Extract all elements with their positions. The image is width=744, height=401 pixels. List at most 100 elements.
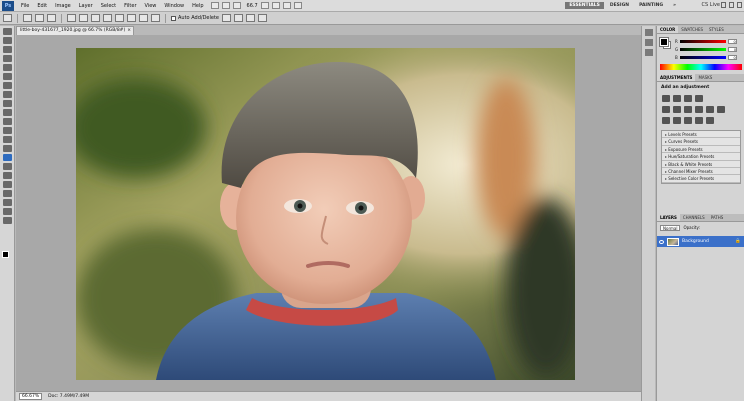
status-doc-size[interactable]: Doc: 7.49M/7.49M: [48, 394, 89, 399]
brush-tool-icon[interactable]: [3, 91, 12, 98]
curves-icon[interactable]: [684, 95, 692, 102]
exposure-icon[interactable]: [695, 95, 703, 102]
launch-bridge-icon[interactable]: [210, 2, 219, 9]
tab-swatches[interactable]: SWATCHES: [678, 26, 706, 33]
freeform-pen-icon[interactable]: [79, 14, 88, 22]
tab-paths[interactable]: PATHS: [708, 214, 727, 221]
color-balance-icon[interactable]: [684, 106, 692, 113]
red-value-field[interactable]: 0: [727, 38, 737, 44]
lasso-tool-icon[interactable]: [3, 46, 12, 53]
workspace-essentials[interactable]: ESSENTIALS: [565, 2, 604, 9]
history-panel-icon[interactable]: [645, 29, 653, 36]
blue-value-field[interactable]: 0: [727, 54, 737, 60]
preset-channel-mixer[interactable]: Channel Mixer Presets: [662, 168, 740, 176]
tab-channels[interactable]: CHANNELS: [680, 214, 708, 221]
character-panel-icon[interactable]: [645, 39, 653, 46]
tab-styles[interactable]: STYLES: [706, 26, 727, 33]
blend-mode-dropdown[interactable]: Normal: [660, 225, 681, 231]
rectangle-icon[interactable]: [91, 14, 100, 22]
preset-curves[interactable]: Curves Presets: [662, 138, 740, 146]
tab-adjustments[interactable]: ADJUSTMENTS: [657, 74, 696, 81]
red-slider[interactable]: [679, 39, 726, 43]
line-icon[interactable]: [139, 14, 148, 22]
threshold-icon[interactable]: [684, 117, 692, 124]
quick-selection-tool-icon[interactable]: [3, 55, 12, 62]
zoom-level-dropdown[interactable]: 66.7: [247, 3, 258, 9]
healing-brush-tool-icon[interactable]: [3, 82, 12, 89]
green-value-field[interactable]: 0: [728, 46, 738, 52]
dodge-tool-icon[interactable]: [3, 145, 12, 152]
foreground-color-swatch[interactable]: [2, 251, 9, 258]
menu-help[interactable]: Help: [188, 3, 207, 9]
paragraph-panel-icon[interactable]: [645, 49, 653, 56]
type-tool-icon[interactable]: [3, 163, 12, 170]
auto-add-delete-checkbox[interactable]: [171, 15, 176, 21]
posterize-icon[interactable]: [673, 117, 681, 124]
blue-slider[interactable]: [679, 55, 726, 59]
custom-shape-icon[interactable]: [151, 14, 160, 22]
color-foreground-swatch[interactable]: [659, 37, 669, 47]
invert-icon[interactable]: [662, 117, 670, 124]
vibrance-icon[interactable]: [662, 106, 670, 113]
preset-levels[interactable]: Levels Presets: [662, 131, 740, 139]
close-document-icon[interactable]: ×: [127, 27, 131, 35]
menu-layer[interactable]: Layer: [75, 3, 97, 9]
document-tab[interactable]: little-boy-431677_1920.jpg @ 66.7% (RGB/…: [16, 26, 134, 35]
paths-icon[interactable]: [35, 14, 44, 22]
arrange-documents-icon[interactable]: [282, 2, 291, 9]
shape-tool-icon[interactable]: [3, 181, 12, 188]
visibility-eye-icon[interactable]: [659, 239, 664, 244]
move-tool-icon[interactable]: [3, 28, 12, 35]
menu-edit[interactable]: Edit: [33, 3, 51, 9]
polygon-icon[interactable]: [127, 14, 136, 22]
brightness-contrast-icon[interactable]: [662, 95, 670, 102]
shape-layers-icon[interactable]: [23, 14, 32, 22]
minimize-icon[interactable]: [721, 2, 726, 8]
preset-exposure[interactable]: Exposure Presets: [662, 146, 740, 154]
levels-icon[interactable]: [673, 95, 681, 102]
selective-color-icon[interactable]: [706, 117, 714, 124]
eyedropper-tool-icon[interactable]: [3, 73, 12, 80]
menu-view[interactable]: View: [141, 3, 161, 9]
tab-color[interactable]: COLOR: [657, 26, 679, 33]
zoom-tool-icon[interactable]: [3, 217, 12, 224]
gradient-tool-icon[interactable]: [3, 127, 12, 134]
menu-filter[interactable]: Filter: [120, 3, 140, 9]
layer-row-background[interactable]: Background 🔒: [657, 236, 744, 247]
workspace-more[interactable]: »: [669, 2, 680, 9]
menu-image[interactable]: Image: [51, 3, 75, 9]
preset-hue-saturation[interactable]: Hue/Saturation Presets: [662, 153, 740, 161]
rounded-rectangle-icon[interactable]: [103, 14, 112, 22]
maximize-icon[interactable]: [729, 2, 734, 8]
workspace-painting[interactable]: PAINTING: [635, 2, 667, 9]
clone-stamp-tool-icon[interactable]: [3, 100, 12, 107]
close-icon[interactable]: [737, 2, 742, 8]
tab-masks[interactable]: MASKS: [695, 74, 715, 81]
3d-orbit-tool-icon[interactable]: [3, 199, 12, 206]
preset-black-white[interactable]: Black & White Presets: [662, 161, 740, 168]
3d-rotate-tool-icon[interactable]: [3, 190, 12, 197]
path-add-icon[interactable]: [222, 14, 231, 22]
color-spectrum-bar[interactable]: [660, 64, 742, 70]
gradient-map-icon[interactable]: [695, 117, 703, 124]
hue-saturation-icon[interactable]: [673, 106, 681, 113]
view-extras-icon[interactable]: [232, 2, 241, 9]
channel-mixer-icon[interactable]: [717, 106, 725, 113]
tab-layers[interactable]: LAYERS: [657, 214, 680, 221]
photo-filter-icon[interactable]: [706, 106, 714, 113]
crop-tool-icon[interactable]: [3, 64, 12, 71]
history-brush-tool-icon[interactable]: [3, 109, 12, 116]
launch-minibridge-icon[interactable]: [221, 2, 230, 9]
path-selection-tool-icon[interactable]: [3, 172, 12, 179]
pen-tool-preset-icon[interactable]: [3, 14, 12, 22]
menu-window[interactable]: Window: [160, 3, 188, 9]
blur-tool-icon[interactable]: [3, 136, 12, 143]
path-subtract-icon[interactable]: [234, 14, 243, 22]
marquee-tool-icon[interactable]: [3, 37, 12, 44]
fill-pixels-icon[interactable]: [47, 14, 56, 22]
zoom-tool-icon[interactable]: [271, 2, 280, 9]
ellipse-icon[interactable]: [115, 14, 124, 22]
menu-file[interactable]: File: [17, 3, 33, 9]
hand-tool-icon[interactable]: [3, 208, 12, 215]
pen-tool-icon[interactable]: [3, 154, 12, 161]
